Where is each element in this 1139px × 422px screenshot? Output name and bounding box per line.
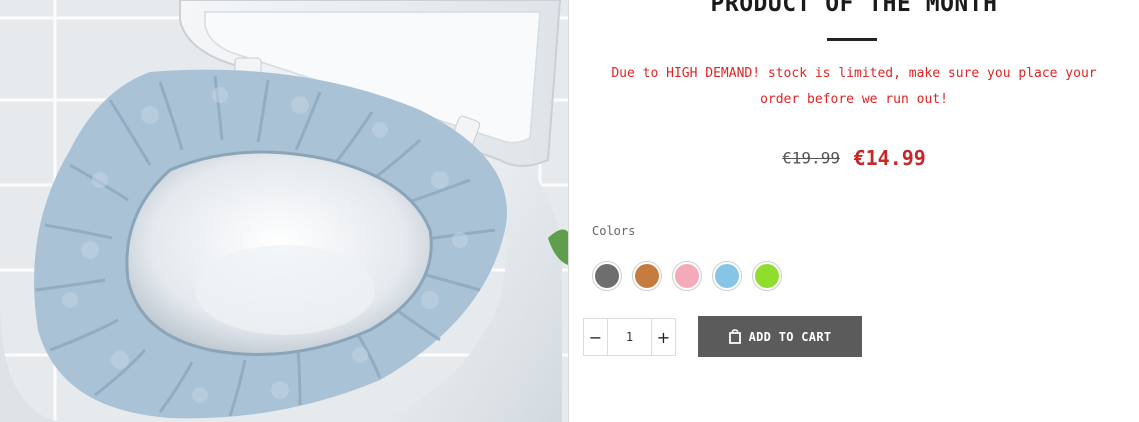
colors-label: Colors: [592, 224, 636, 238]
heading-underline: [827, 38, 877, 41]
price-row: €19.99 €14.99: [569, 146, 1139, 170]
sale-price: €14.99: [853, 146, 926, 170]
color-swatch-pink[interactable]: [672, 261, 702, 291]
color-swatch-lime-green[interactable]: [752, 261, 782, 291]
original-price: €19.99: [782, 148, 840, 168]
shopping-bag-icon: [728, 329, 741, 344]
swatch-fill: [755, 264, 779, 288]
toilet-seat-cover-photo: [0, 0, 568, 422]
stock-notice: Due to HIGH DEMAND! stock is limited, ma…: [611, 66, 1097, 107]
color-swatch-light-blue[interactable]: [712, 261, 742, 291]
product-details-panel: PRODUCT OF THE MONTH Due to HIGH DEMAND!…: [569, 0, 1139, 422]
color-swatch-gray[interactable]: [592, 261, 622, 291]
swatch-fill: [675, 264, 699, 288]
quantity-increase-button[interactable]: +: [651, 319, 675, 355]
section-heading: PRODUCT OF THE MONTH: [710, 0, 998, 17]
add-to-cart-button[interactable]: ADD TO CART: [698, 316, 862, 357]
color-swatch-brown[interactable]: [632, 261, 662, 291]
swatch-fill: [715, 264, 739, 288]
swatch-fill: [595, 264, 619, 288]
quantity-input[interactable]: [608, 319, 651, 355]
swatch-fill: [635, 264, 659, 288]
color-swatches: [592, 261, 782, 291]
quantity-decrease-button[interactable]: −: [584, 319, 608, 355]
product-image: [0, 0, 568, 422]
quantity-stepper: − +: [583, 318, 676, 356]
add-to-cart-label: ADD TO CART: [748, 329, 832, 344]
